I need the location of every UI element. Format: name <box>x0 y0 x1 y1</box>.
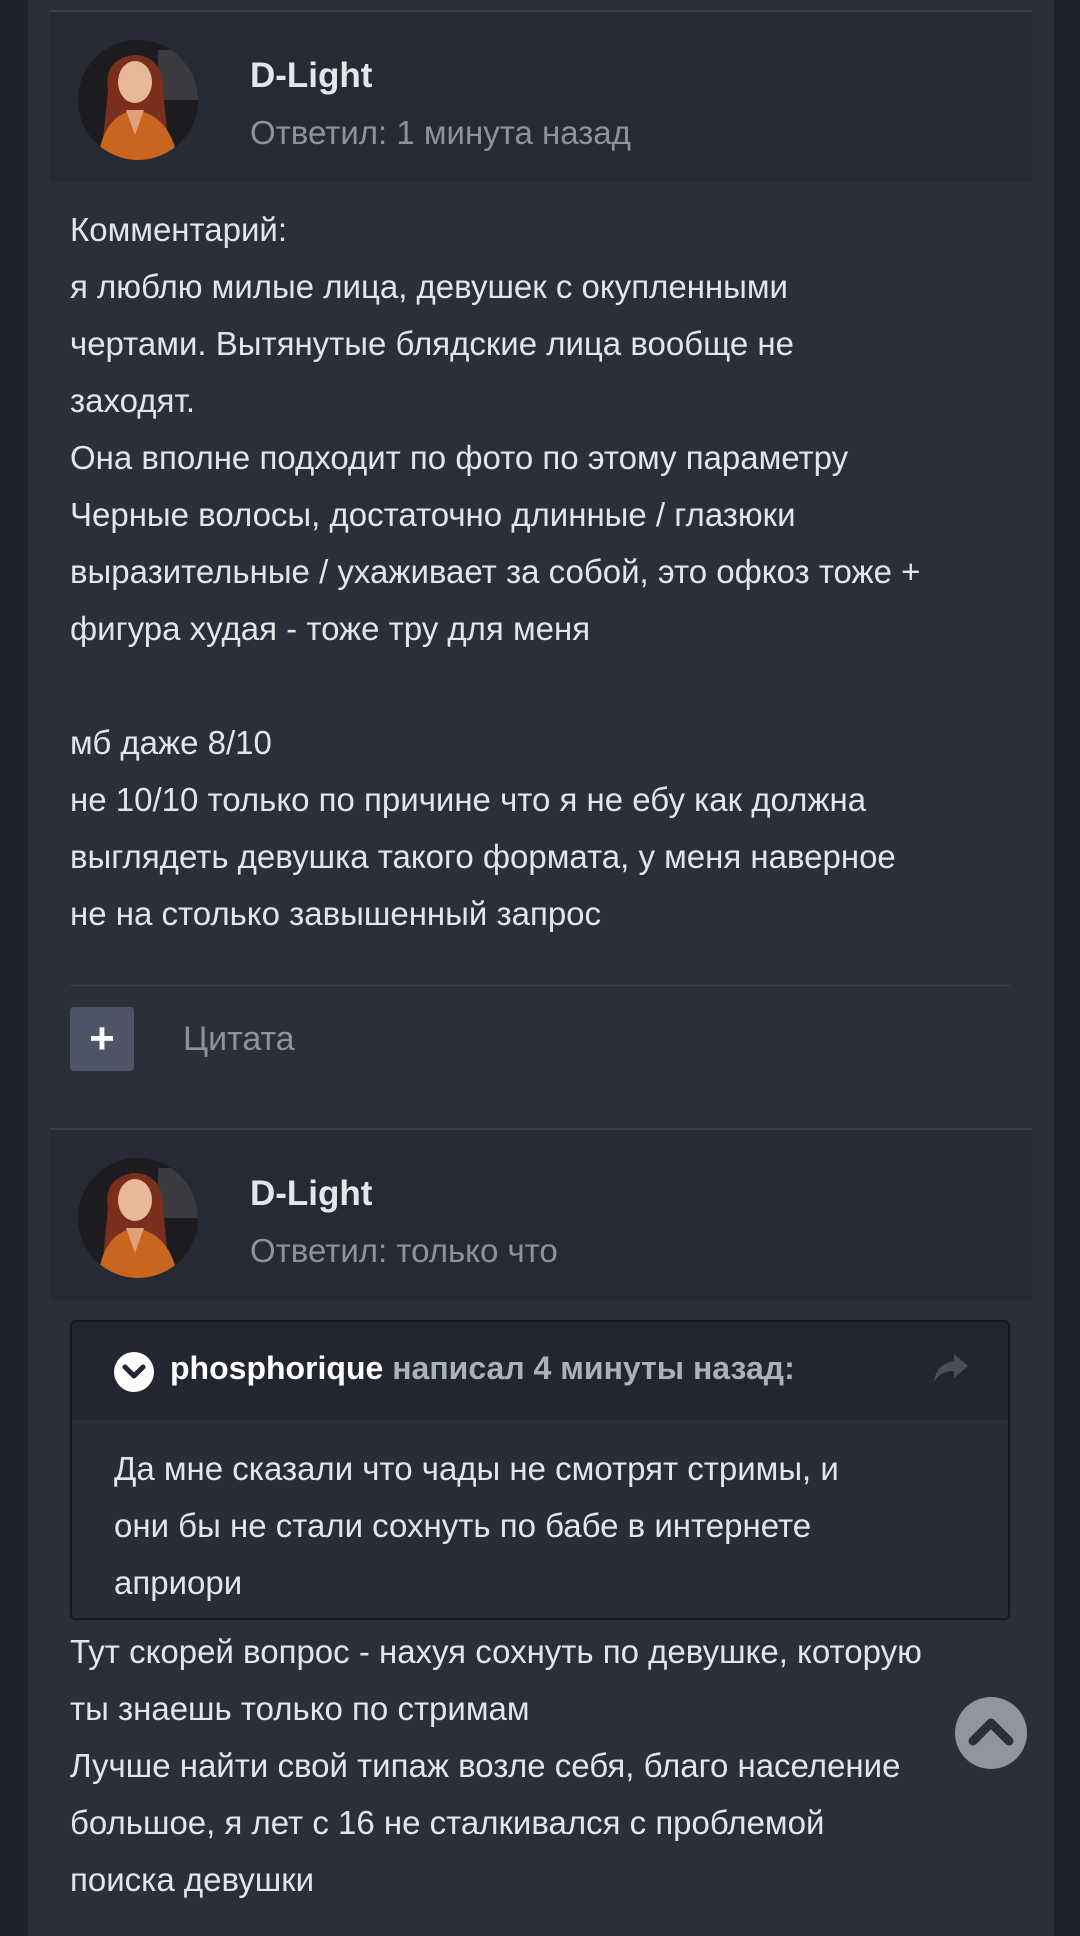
quote-line: априори <box>114 1564 243 1601</box>
post-header: D-Light Ответил: 1 минута назад <box>50 12 1032 182</box>
quote-text: Да мне сказали что чады не смотрят стрим… <box>114 1440 974 1611</box>
right-gutter <box>1054 0 1080 1936</box>
multiquote-plus-button[interactable]: + <box>70 1007 134 1071</box>
post-line: Комментарий: <box>70 211 288 248</box>
quote-line: они бы не стали сохнуть по бабе в интерн… <box>114 1507 812 1544</box>
post-line: выразительные / ухаживает за собой, это … <box>70 553 921 590</box>
post-line: фигура худая - тоже тру для меня <box>70 610 591 647</box>
forum-column: D-Light Ответил: 1 минута назад Коммента… <box>28 0 1054 1936</box>
post-author[interactable]: D-Light <box>250 56 372 96</box>
scroll-to-top-button[interactable] <box>955 1697 1027 1769</box>
post-timestamp: Ответил: 1 минута назад <box>250 114 631 151</box>
post-author[interactable]: D-Light <box>250 1174 372 1214</box>
quote-line: Да мне сказали что чады не смотрят стрим… <box>114 1450 839 1487</box>
post-line: я люблю милые лица, девушек с окупленным… <box>70 268 788 305</box>
quote-username[interactable]: phosphorique <box>170 1350 383 1386</box>
avatar[interactable] <box>78 40 198 160</box>
post-line: Лучше найти свой типаж возле себя, благо… <box>70 1747 901 1784</box>
post-line: не 10/10 только по причине что я не ебу … <box>70 781 867 818</box>
quote-header: phosphorique написал 4 минуты назад: <box>72 1322 1008 1420</box>
post-line: поиска девушки <box>70 1861 315 1898</box>
post-line: Она вполне подходит по фото по этому пар… <box>70 439 849 476</box>
post-line: мб даже 8/10 <box>70 724 272 761</box>
post-footer-divider <box>70 985 1010 986</box>
chevron-up-icon <box>968 1718 1014 1746</box>
post-line: не на столько завышенный запрос <box>70 895 602 932</box>
quote-block: phosphorique написал 4 минуты назад: Да … <box>70 1320 1010 1620</box>
post-line: чертами. Вытянутые блядские лица вообще … <box>70 325 794 362</box>
post-line: Черные волосы, достаточно длинные / глаз… <box>70 496 796 533</box>
quote-time: написал 4 минуты назад: <box>383 1350 795 1386</box>
avatar[interactable] <box>78 1158 198 1278</box>
chevron-down-icon[interactable] <box>114 1352 154 1392</box>
post-header: D-Light Ответил: только что <box>50 1130 1032 1300</box>
quote-button[interactable]: Цитата <box>183 1020 295 1059</box>
post-line: заходят. <box>70 382 195 419</box>
post-line: выглядеть девушка такого формата, у меня… <box>70 838 896 875</box>
post-body: Комментарий: я люблю милые лица, девушек… <box>70 201 1030 942</box>
post-line: Тут скорей вопрос - нахуя сохнуть по дев… <box>70 1633 922 1670</box>
post-line: большое, я лет с 16 не сталкивался с про… <box>70 1804 825 1841</box>
quote-attribution: phosphorique написал 4 минуты назад: <box>170 1350 795 1387</box>
post-timestamp: Ответил: только что <box>250 1232 558 1269</box>
post-body: Тут скорей вопрос - нахуя сохнуть по дев… <box>70 1623 1030 1908</box>
share-icon[interactable] <box>932 1352 970 1384</box>
post-line: ты знаешь только по стримам <box>70 1690 530 1727</box>
